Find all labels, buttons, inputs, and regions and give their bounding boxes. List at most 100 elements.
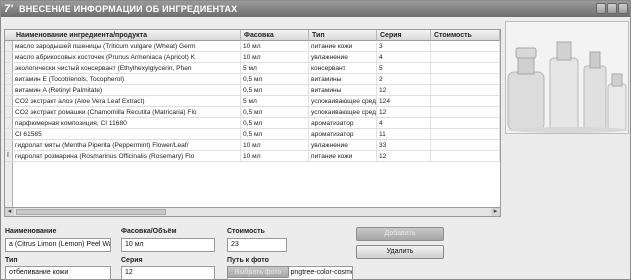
column-header-name[interactable]: Наименование ингредиента/продукта (13, 30, 241, 41)
column-header-cost[interactable]: Стоимость (431, 30, 500, 41)
cell-series: 12 (377, 151, 431, 162)
cost-field[interactable]: 23 (227, 238, 287, 252)
cell-series: 3 (377, 41, 431, 52)
cell-name: CO2 экстракт алоэ (Aloe Vera Leaf Extrac… (13, 96, 241, 107)
arrow-right-icon[interactable]: ▸ (491, 208, 500, 216)
photo-path-label: Путь к фото (227, 257, 269, 264)
cell-series: 33 (377, 140, 431, 151)
column-header-package[interactable]: Фасовка (241, 30, 309, 41)
cell-name: гидролат мяты (Mentha Piperita (Peppermi… (13, 140, 241, 151)
cell-type: ароматизатор (309, 129, 377, 140)
cell-package: 5 мл (241, 63, 309, 74)
cell-name: гидролат розмарина (Rosmarinus Officinal… (13, 151, 241, 162)
cell-package: 10 мл (241, 151, 309, 162)
cell-type: успокаивающее средство (311, 107, 377, 118)
cost-label: Стоимость (227, 228, 265, 235)
cell-series: 11 (377, 129, 431, 140)
table-row[interactable]: витамин A (Retinyl Palmitate) 0,5 мл вит… (5, 85, 500, 96)
table-header: Наименование ингредиента/продукта Фасовк… (5, 30, 500, 41)
cell-name: экологически чистый консервант (Ethylhex… (13, 63, 241, 74)
column-header-series[interactable]: Серия (377, 30, 431, 41)
cell-name: масло абрикосовых косточек (Prunus Armen… (13, 52, 241, 63)
cell-type: питание кожи (309, 41, 377, 52)
cell-cost (431, 129, 500, 140)
table-row[interactable]: витамин E (Tocotrienols, Tocopherol) 0,5… (5, 74, 500, 85)
cell-cost (431, 41, 500, 52)
cell-series: 2 (377, 74, 431, 85)
cell-cost (431, 85, 500, 96)
add-button[interactable]: Добавить (356, 227, 444, 241)
horizontal-scrollbar[interactable]: ◂ ▸ (4, 207, 501, 217)
table-row[interactable]: гидролат мяты (Mentha Piperita (Peppermi… (5, 140, 500, 151)
cell-name: CI 61585 (13, 129, 241, 140)
choose-photo-button[interactable]: Выбрать фото (227, 266, 289, 278)
cell-type: увлажнение (309, 140, 377, 151)
cell-type: витамины (309, 85, 377, 96)
name-field[interactable]: a (Citrus Limon (Lemon) Peel Water) (5, 238, 111, 252)
title-bar: 7' ВНЕСЕНИЕ ИНФОРМАЦИИ ОБ ИНГРЕДИЕНТАХ (1, 1, 630, 17)
package-label: Фасовка/Объём (121, 228, 177, 235)
cell-series: 4 (377, 118, 431, 129)
cosmetic-bottles-image (506, 22, 628, 133)
table-row-current[interactable]: I гидролат розмарина (Rosmarinus Officin… (5, 151, 500, 162)
maximize-icon[interactable] (607, 3, 617, 14)
close-icon[interactable] (618, 3, 628, 14)
table-row[interactable]: экологически чистый консервант (Ethylhex… (5, 63, 500, 74)
app-icon: 7' (4, 3, 13, 15)
cell-cost (431, 74, 500, 85)
cell-series: 5 (377, 63, 431, 74)
arrow-left-icon[interactable]: ◂ (5, 208, 14, 216)
name-label: Наименование (5, 228, 57, 235)
cell-series: 4 (377, 52, 431, 63)
cell-series: 12 (377, 85, 431, 96)
package-field[interactable]: 10 мл (121, 238, 215, 252)
cell-type: питание кожи (309, 151, 377, 162)
ingredients-table[interactable]: Наименование ингредиента/продукта Фасовк… (4, 29, 501, 217)
cell-package: 10 мл (241, 140, 309, 151)
cell-package: 10 мл (241, 41, 309, 52)
cell-series: 124 (377, 96, 431, 107)
table-row[interactable]: CI 61585 0,5 мл ароматизатор 11 (5, 129, 500, 140)
cell-cost (431, 140, 500, 151)
cell-package: 5 мл (241, 96, 309, 107)
product-photo (505, 21, 629, 134)
table-row[interactable]: масло абрикосовых косточек (Prunus Armen… (5, 52, 500, 63)
cell-name: парфюмерная композиция, CI 11680 (13, 118, 241, 129)
window-title: ВНЕСЕНИЕ ИНФОРМАЦИИ ОБ ИНГРЕДИЕНТАХ (19, 4, 238, 14)
cell-name: CO2 экстракт ромашки (Chamomilla Recutit… (13, 107, 241, 118)
cell-package: 0,5 мл (241, 129, 309, 140)
cell-name: масло зародышей пшеницы (Triticum vulgar… (13, 41, 241, 52)
cell-cost (431, 107, 500, 118)
column-header-type[interactable]: Тип (309, 30, 377, 41)
cell-type: успокаивающее средство (311, 96, 377, 107)
table-row[interactable]: CO2 экстракт ромашки (Chamomilla Recutit… (5, 107, 500, 118)
cell-type: витамины (309, 74, 377, 85)
cell-package: 0,5 мл (241, 107, 309, 118)
cell-series: 12 (377, 107, 431, 118)
table-row[interactable]: масло зародышей пшеницы (Triticum vulgar… (5, 41, 500, 52)
table-row[interactable]: CO2 экстракт алоэ (Aloe Vera Leaf Extrac… (5, 96, 500, 107)
cell-cost (431, 52, 500, 63)
cell-package: 0,5 мл (241, 74, 309, 85)
cell-type: увлажнение (309, 52, 377, 63)
cell-package: 0,5 мл (241, 85, 309, 96)
cell-type: консервант (309, 63, 377, 74)
table-row[interactable]: парфюмерная композиция, CI 11680 0,5 мл … (5, 118, 500, 129)
minimize-icon[interactable] (596, 3, 606, 14)
cell-cost (431, 118, 500, 129)
ingredients-window: 7' ВНЕСЕНИЕ ИНФОРМАЦИИ ОБ ИНГРЕДИЕНТАХ Н… (0, 0, 631, 280)
scrollbar-thumb[interactable] (16, 209, 166, 215)
type-label: Тип (5, 257, 18, 264)
type-field[interactable]: отбеливание кожи (5, 266, 111, 280)
delete-button[interactable]: Удалить (356, 245, 444, 259)
cell-name: витамин A (Retinyl Palmitate) (13, 85, 241, 96)
cell-package: 10 мл (241, 52, 309, 63)
series-field[interactable]: 12 (121, 266, 215, 280)
cell-name: витамин E (Tocotrienols, Tocopherol) (13, 74, 241, 85)
row-pointer-icon: I (7, 152, 9, 159)
cell-cost (431, 96, 500, 107)
series-label: Серия (121, 257, 143, 264)
cell-cost (431, 151, 500, 162)
cell-cost (431, 63, 500, 74)
cell-package: 0,5 мл (241, 118, 309, 129)
